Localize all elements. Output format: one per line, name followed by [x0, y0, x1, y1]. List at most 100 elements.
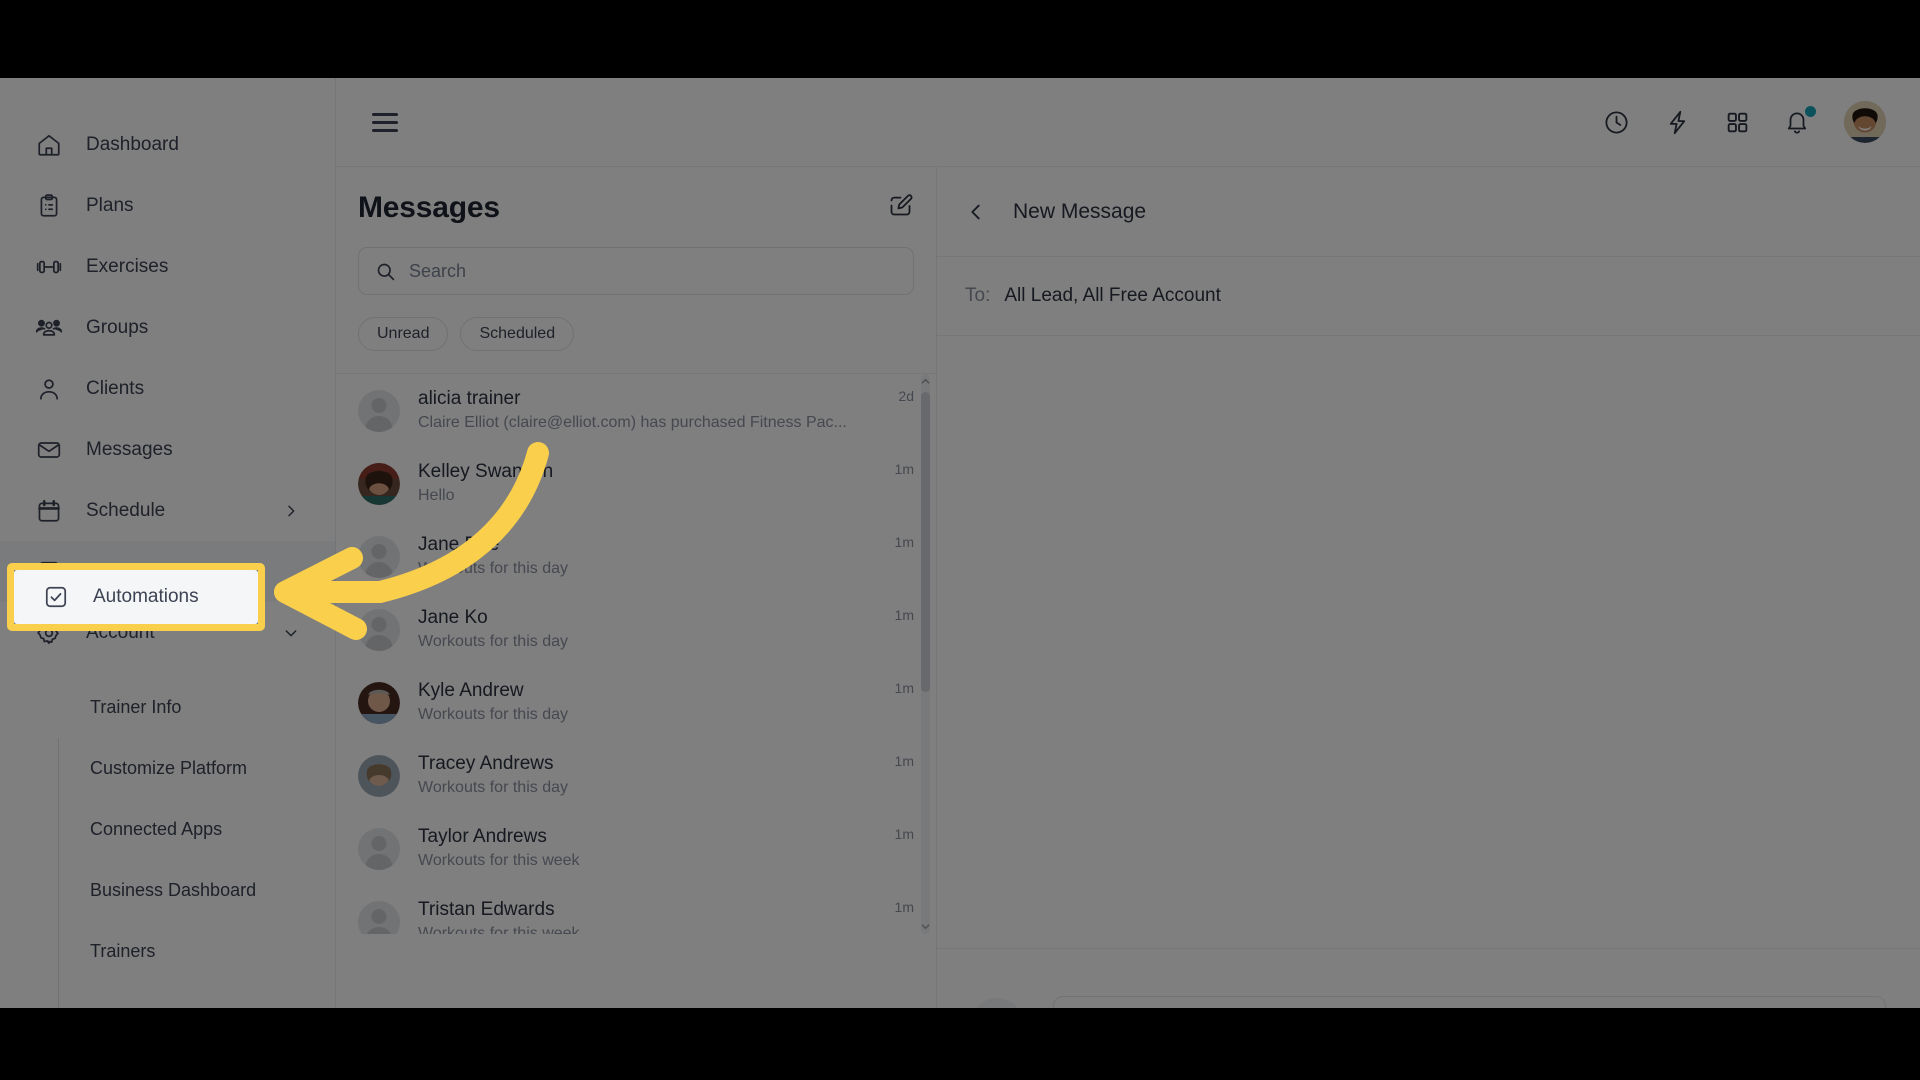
filter-chip-unread[interactable]: Unread: [358, 317, 449, 351]
conversation-preview: Workouts for this day: [418, 560, 568, 578]
conversation-preview: Workouts for this day: [418, 779, 568, 797]
avatar: [358, 827, 400, 870]
conversation-preview: Workouts for this week: [418, 852, 580, 870]
messages-title-row: Messages: [336, 167, 936, 225]
sidebar-item-automations[interactable]: Automations: [0, 541, 335, 602]
conversation-preview: Workouts for this day: [418, 633, 568, 651]
list-item-text: alicia trainer Claire Elliot (claire@ell…: [418, 386, 886, 434]
notification-bell-icon[interactable]: [1784, 106, 1816, 135]
list-item-text: Kyle Andrew Workouts for this day: [418, 678, 883, 726]
submenu-label: Connected Apps: [90, 819, 223, 839]
message-input-wrapper[interactable]: [1053, 995, 1886, 1008]
people-group-icon: [34, 313, 64, 343]
chevron-right-icon[interactable]: [283, 503, 299, 519]
top-bar-actions: [1603, 101, 1886, 143]
list-item-text: Tracey Andrews Workouts for this day: [418, 751, 883, 799]
hamburger-icon[interactable]: [372, 112, 398, 132]
letterbox-top: [0, 0, 1920, 78]
sidebar-item-schedule[interactable]: Schedule: [0, 480, 335, 541]
chip-label: Unread: [377, 325, 430, 342]
home-icon: [34, 130, 64, 160]
sidebar-item-label: Account: [86, 621, 155, 643]
sidebar-item-exercises[interactable]: Exercises: [0, 236, 335, 297]
primary-sidebar: Dashboard Plans Exercises Groups Clients…: [0, 78, 336, 1008]
sidebar-item-label: Automations: [86, 560, 192, 582]
list-item[interactable]: Taylor Andrews Workouts for this week 1m: [336, 812, 936, 885]
sidebar-item-label: Clients: [86, 377, 145, 399]
to-recipients-value: All Lead, All Free Account: [1004, 285, 1221, 306]
user-avatar[interactable]: [1844, 101, 1886, 143]
sidebar-item-dashboard[interactable]: Dashboard: [0, 114, 335, 175]
sidebar-item-customize-platform[interactable]: Customize Platform: [0, 738, 335, 799]
conversation-time: 1m: [894, 461, 914, 477]
search-icon: [375, 261, 396, 282]
account-submenu: Trainer Info Customize Platform Connecte…: [0, 663, 335, 982]
calendar-icon: [34, 496, 64, 526]
new-message-header: New Message: [937, 167, 1920, 257]
list-item[interactable]: Jane Doe Workouts for this day 1m: [336, 520, 936, 593]
sidebar-item-label: Plans: [86, 194, 134, 216]
history-clock-icon[interactable]: [1603, 109, 1630, 136]
lightning-bolt-icon[interactable]: [1664, 109, 1691, 136]
conversation-time: 1m: [894, 826, 914, 842]
avatar: [358, 608, 400, 651]
conversation-preview: Workouts for this day: [418, 706, 568, 724]
submenu-label: Business Dashboard: [90, 880, 257, 900]
list-item[interactable]: alicia trainer Claire Elliot (claire@ell…: [336, 374, 936, 447]
list-item[interactable]: Tracey Andrews Workouts for this day 1m: [336, 739, 936, 812]
sidebar-item-connected-apps[interactable]: Connected Apps: [0, 799, 335, 860]
chip-label: Scheduled: [479, 325, 556, 342]
conversation-scrollbar-thumb[interactable]: [921, 392, 930, 692]
sidebar-item-messages[interactable]: Messages: [0, 419, 335, 480]
conversation-name: Tracey Andrews: [418, 753, 554, 775]
submenu-label: Trainer Info: [90, 697, 182, 717]
envelope-icon: [34, 435, 64, 465]
conversation-name: Jane Ko: [418, 607, 488, 629]
sidebar-item-clients[interactable]: Clients: [0, 358, 335, 419]
chevron-left-icon[interactable]: [965, 201, 987, 223]
sidebar-item-business-dashboard[interactable]: Business Dashboard: [0, 860, 335, 921]
search-box[interactable]: [358, 247, 914, 295]
hamburger-line: [372, 128, 398, 132]
list-item[interactable]: Kyle Andrew Workouts for this day 1m: [336, 666, 936, 739]
scroll-up-arrow-icon[interactable]: [920, 376, 931, 387]
avatar: [358, 754, 400, 797]
sidebar-item-account[interactable]: Account: [0, 602, 335, 663]
list-item[interactable]: Kelley Swanson Hello 1m: [336, 447, 936, 520]
conversation-time: 1m: [894, 534, 914, 550]
search-input[interactable]: [409, 260, 897, 282]
recipients-row[interactable]: To: All Lead, All Free Account: [937, 257, 1920, 336]
hamburger-line: [372, 112, 398, 116]
conversation-preview: Hello: [418, 487, 455, 505]
sidebar-item-plans[interactable]: Plans: [0, 175, 335, 236]
conversation-name: alicia trainer: [418, 388, 521, 410]
messages-list-panel: Messages Unread Scheduled: [336, 78, 937, 1008]
list-item[interactable]: Jane Ko Workouts for this day 1m: [336, 593, 936, 666]
hamburger-line: [372, 120, 398, 124]
sidebar-item-label: Schedule: [86, 499, 166, 521]
sidebar-item-trainer-info[interactable]: Trainer Info: [0, 677, 335, 738]
to-label: To:: [965, 285, 991, 306]
chevron-down-icon[interactable]: [283, 625, 299, 641]
filter-chip-scheduled[interactable]: Scheduled: [460, 317, 575, 351]
submenu-label: Customize Platform: [90, 758, 248, 778]
scroll-down-arrow-icon[interactable]: [920, 921, 931, 932]
person-icon: [34, 374, 64, 404]
sidebar-item-groups[interactable]: Groups: [0, 297, 335, 358]
conversation-list[interactable]: alicia trainer Claire Elliot (claire@ell…: [336, 374, 936, 934]
avatar: [358, 900, 400, 934]
conversation-time: 1m: [894, 899, 914, 915]
sidebar-item-label: Exercises: [86, 255, 169, 277]
conversation-time: 2d: [898, 388, 914, 404]
sidebar-item-trainers[interactable]: Trainers: [0, 921, 335, 982]
conversation-preview: Claire Elliot (claire@elliot.com) has pu…: [418, 414, 847, 432]
filter-chip-group: Unread Scheduled: [336, 295, 936, 373]
list-item[interactable]: Tristan Edwards Workouts for this week 1…: [336, 885, 936, 934]
plus-icon[interactable]: [971, 997, 1023, 1008]
compose-pencil-icon[interactable]: [887, 192, 914, 224]
sidebar-item-label: Messages: [86, 438, 173, 460]
apps-grid-icon[interactable]: [1725, 110, 1750, 135]
page-title: Messages: [358, 191, 500, 224]
list-item-text: Taylor Andrews Workouts for this week: [418, 824, 883, 872]
submenu-label: Trainers: [90, 941, 156, 961]
